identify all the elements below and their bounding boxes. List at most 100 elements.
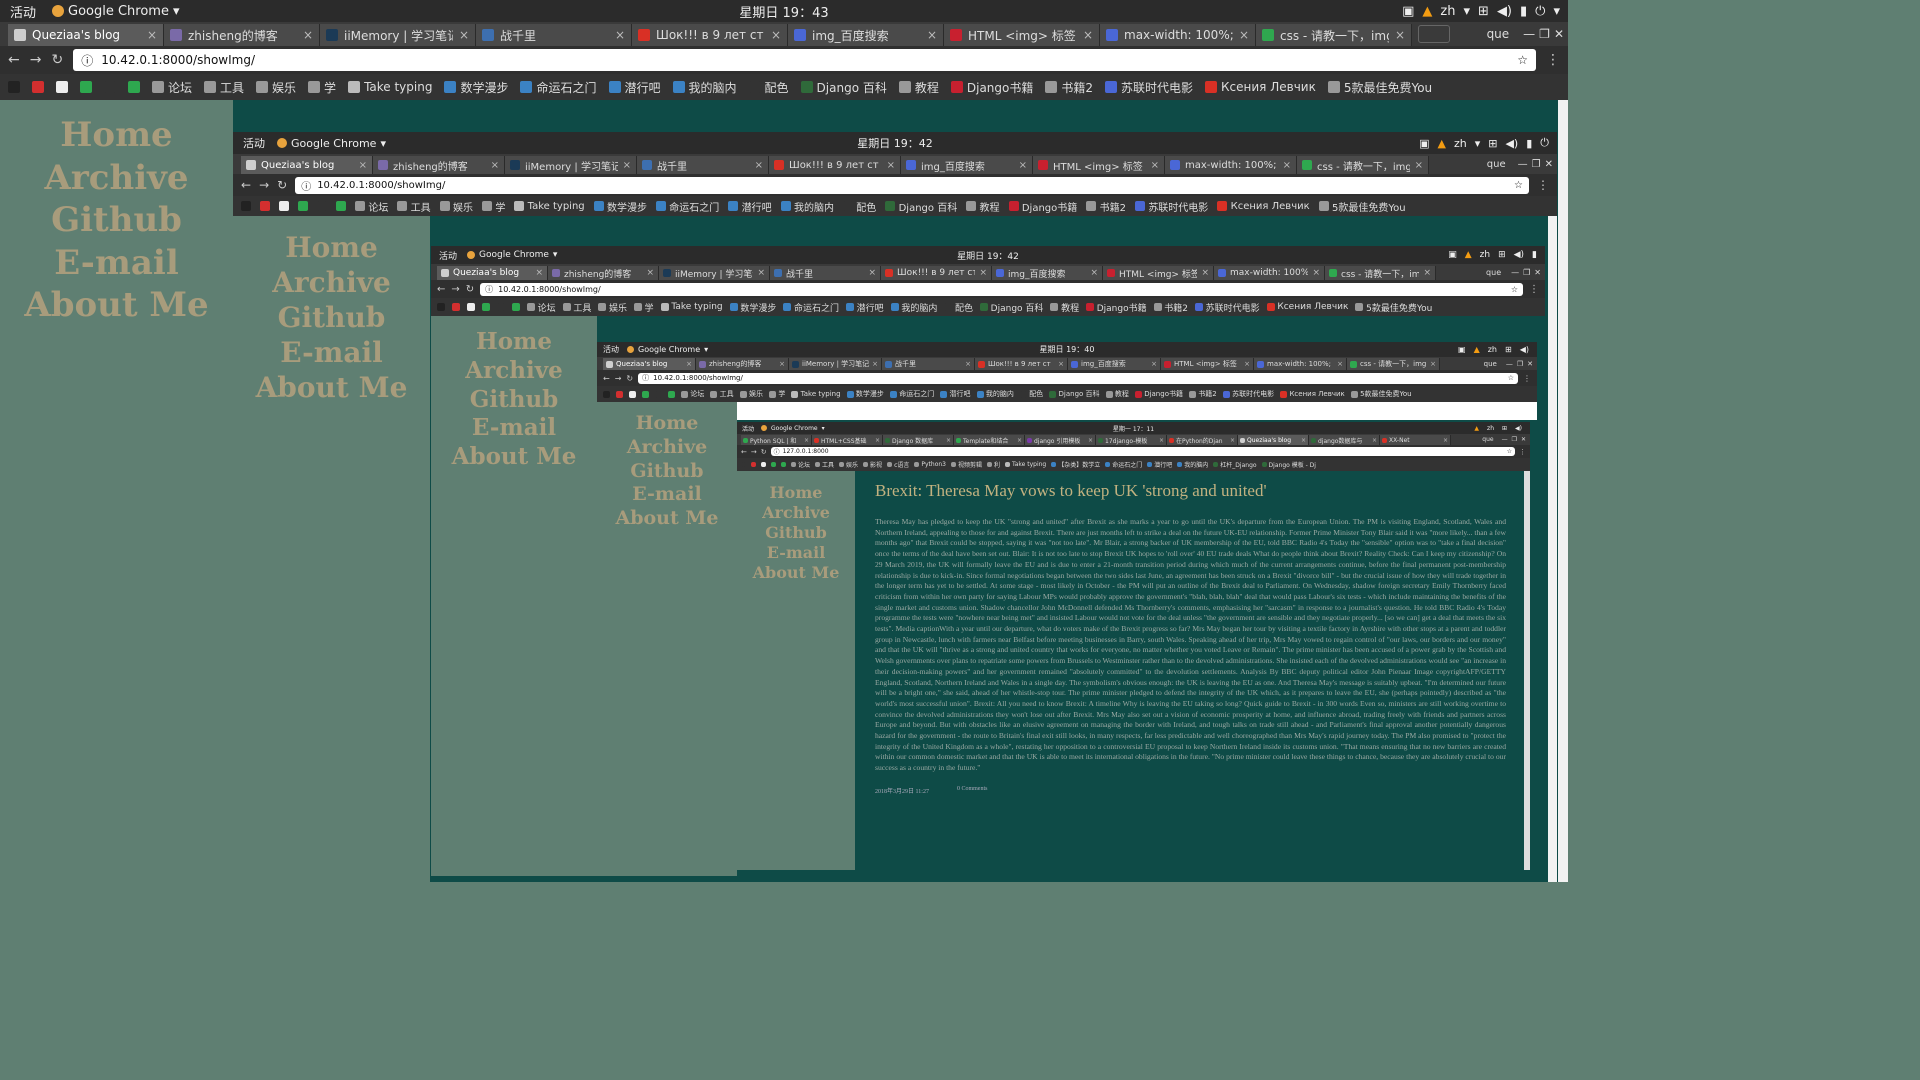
bookmark-item-19[interactable]: Django 模板 - Dj xyxy=(1261,460,1316,469)
nav-about[interactable]: About Me xyxy=(0,284,233,327)
app-menu[interactable]: Google Chrome ▾ xyxy=(467,250,557,260)
bookmark-item-13[interactable]: 潜行吧 xyxy=(728,199,772,214)
bookmark-item-8[interactable]: 娱乐 xyxy=(256,79,296,96)
forward-icon[interactable]: → xyxy=(751,448,757,456)
back-icon[interactable]: ← xyxy=(741,448,747,456)
tab-close-icon[interactable]: × xyxy=(1301,437,1306,444)
app-menu[interactable]: Google Chrome ▾ xyxy=(761,425,825,432)
bookmark-item-22[interactable]: 5款最佳免费You xyxy=(1355,301,1432,314)
tab-5[interactable]: img_百度搜索 × xyxy=(992,266,1103,280)
bookmark-item-16[interactable]: Django 百科 xyxy=(980,301,1043,314)
tab-close-icon[interactable]: × xyxy=(1058,360,1064,368)
activities-button[interactable]: 活动 xyxy=(742,424,754,433)
bookmark-item-6[interactable]: 论坛 xyxy=(355,199,388,214)
lang-indicator[interactable]: zh xyxy=(1454,137,1467,150)
bookmark-item-20[interactable]: 苏联时代电影 xyxy=(1105,79,1193,96)
bookmark-item-7[interactable]: 娱乐 xyxy=(839,460,858,469)
bookmark-item-8[interactable]: 娱乐 xyxy=(739,389,763,399)
bookmark-star-icon[interactable]: ☆ xyxy=(1508,374,1514,382)
bookmark-item-1[interactable] xyxy=(260,201,270,211)
bookmark-item-15[interactable]: 配色 xyxy=(944,301,973,314)
bookmark-item-7[interactable]: 工具 xyxy=(204,79,244,96)
tab-7[interactable]: max-width: 100%; × xyxy=(1214,266,1325,280)
profile-name[interactable]: que xyxy=(1486,268,1501,277)
tab-2[interactable]: iiMemory | 学习笔记 × xyxy=(505,156,637,174)
bookmark-item-2[interactable] xyxy=(56,81,68,93)
menu-icon[interactable]: ⋮ xyxy=(1523,374,1531,383)
bookmark-item-16[interactable]: 潜行吧 xyxy=(1147,460,1172,469)
tab-4[interactable]: django 引用模板 × xyxy=(1025,435,1096,445)
tab-2[interactable]: Django 数据库 × xyxy=(883,435,954,445)
tab-close-icon[interactable]: × xyxy=(535,268,543,278)
nav-about[interactable]: About Me xyxy=(737,563,855,583)
bookmark-item-15[interactable]: 配色 xyxy=(842,199,876,214)
nav-email[interactable]: E-mail xyxy=(737,543,855,563)
restore-icon[interactable]: ❐ xyxy=(1512,436,1517,443)
tab-close-icon[interactable]: × xyxy=(872,360,878,368)
bookmark-item-4[interactable] xyxy=(781,462,786,467)
bookmark-item-11[interactable]: 数学漫步 xyxy=(846,389,884,399)
bookmark-item-14[interactable]: 我的脑内 xyxy=(780,199,834,214)
bookmark-item-2[interactable] xyxy=(467,303,475,311)
profile-name[interactable]: que xyxy=(1487,159,1506,170)
nav-email[interactable]: E-mail xyxy=(233,335,430,370)
tab-8[interactable]: django数据库与 × xyxy=(1309,435,1380,445)
nav-archive[interactable]: Archive xyxy=(431,357,597,386)
bookmark-item-3[interactable] xyxy=(298,201,308,211)
tab-7[interactable]: max-width: 100%; × xyxy=(1254,358,1347,370)
bookmark-item-19[interactable]: 书籍2 xyxy=(1086,199,1126,214)
bookmark-item-14[interactable]: 我的脑内 xyxy=(890,301,937,314)
tab-6[interactable]: HTML <img> 标签 × xyxy=(1161,358,1254,370)
reload-icon[interactable]: ↻ xyxy=(761,448,767,456)
tab-0[interactable]: Queziaa's blog × xyxy=(8,24,164,46)
restore-icon[interactable]: ❐ xyxy=(1532,159,1541,170)
bookmark-item-14[interactable]: 我的脑内 xyxy=(672,79,737,96)
system-tray[interactable]: ▣ ▲ zh ⊞ ◀) ▮ xyxy=(1448,250,1537,260)
bookmark-item-11[interactable]: 视频剪辑 xyxy=(951,460,982,469)
bookmark-star-icon[interactable]: ☆ xyxy=(1514,180,1523,191)
tab-3[interactable]: Template和结合 × xyxy=(954,435,1025,445)
bookmark-item-22[interactable]: 5款最佳免费You xyxy=(1350,389,1412,399)
bookmark-item-3[interactable] xyxy=(482,303,490,311)
nav-github[interactable]: Github xyxy=(737,523,855,543)
bookmark-item-21[interactable]: Ксения Левчик xyxy=(1280,390,1345,398)
tab-6[interactable]: HTML <img> 标签 × xyxy=(944,24,1100,46)
new-tab-button[interactable] xyxy=(1418,25,1450,43)
tab-7[interactable]: max-width: 100%; × xyxy=(1100,24,1256,46)
bookmark-item-5[interactable] xyxy=(668,390,675,398)
tab-close-icon[interactable]: × xyxy=(1430,360,1436,368)
bookmark-item-0[interactable] xyxy=(241,201,251,211)
bookmark-star-icon[interactable]: ☆ xyxy=(1507,448,1512,455)
tab-3[interactable]: 战千里 × xyxy=(637,156,769,174)
bookmark-item-7[interactable]: 工具 xyxy=(397,199,431,214)
nav-home[interactable]: Home xyxy=(597,412,737,436)
tab-2[interactable]: iiMemory | 学习笔记 × xyxy=(659,266,770,280)
forward-icon[interactable]: → xyxy=(451,284,459,295)
tab-close-icon[interactable]: × xyxy=(1151,160,1159,171)
tab-close-icon[interactable]: × xyxy=(1239,28,1249,42)
tab-4[interactable]: Шок!!! в 9 лет ст × xyxy=(975,358,1068,370)
menu-icon[interactable]: ⋮ xyxy=(1519,448,1526,456)
tab-close-icon[interactable]: × xyxy=(868,268,876,278)
bookmark-item-9[interactable]: 学 xyxy=(308,79,336,96)
tab-close-icon[interactable]: × xyxy=(1244,360,1250,368)
bookmark-item-17[interactable]: 教程 xyxy=(1105,389,1129,399)
article-title[interactable]: Brexit: Theresa May vows to keep UK 'str… xyxy=(875,481,1506,501)
bookmark-item-3[interactable] xyxy=(80,81,92,93)
bookmark-item-13[interactable]: 潜行吧 xyxy=(608,79,661,96)
bookmark-item-17[interactable]: 教程 xyxy=(898,79,939,96)
bookmark-item-17[interactable]: 教程 xyxy=(966,199,1000,214)
nav-home[interactable]: Home xyxy=(431,328,597,357)
lang-indicator[interactable]: zh xyxy=(1480,250,1490,260)
tab-4[interactable]: Шок!!! в 9 лет ст × xyxy=(769,156,901,174)
bookmark-item-10[interactable]: Take typing xyxy=(660,302,723,312)
bookmark-item-19[interactable]: 书籍2 xyxy=(1045,79,1093,96)
tab-6[interactable]: 在Python的Djan × xyxy=(1167,435,1238,445)
bookmark-item-3[interactable] xyxy=(771,462,776,467)
bookmark-item-22[interactable]: 5款最佳免费You xyxy=(1318,199,1406,214)
nav-email[interactable]: E-mail xyxy=(0,242,233,285)
address-bar[interactable]: ⓘ 10.42.0.1:8000/showImg/ ☆ xyxy=(638,372,1518,384)
bookmark-item-15[interactable]: 配色 xyxy=(748,79,789,96)
tab-9[interactable]: XX-Net × xyxy=(1380,435,1451,445)
tab-close-icon[interactable]: × xyxy=(459,28,469,42)
